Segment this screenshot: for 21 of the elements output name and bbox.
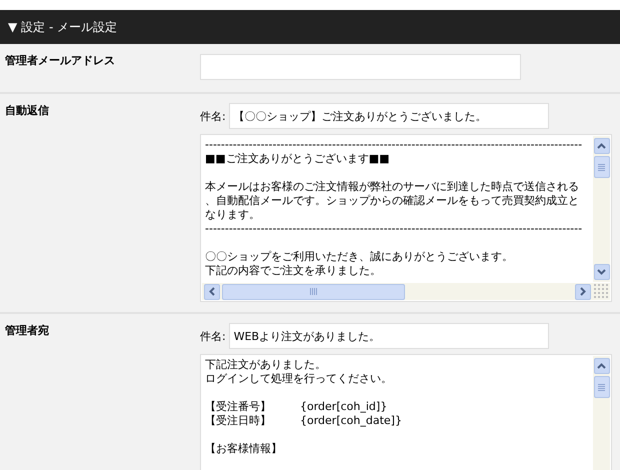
caret-right-icon	[580, 287, 586, 296]
setting-label: 管理者メールアドレス	[4, 53, 116, 69]
subject-input-field[interactable]: WEBより注文がありました。	[228, 323, 549, 349]
message-body-field[interactable]: 下記注文がありました。 ログインして処理を行ってください。 【受注番号】 {order[coh_id]} 【受注日時】 {order[coh_date]} 【お客様情報】	[200, 354, 612, 470]
section-header[interactable]: ▼ 設定 - メール設定	[0, 10, 620, 44]
caret-left-icon	[209, 287, 215, 296]
setting-label: 管理者宛	[4, 323, 50, 339]
vertical-scrollbar[interactable]	[593, 356, 610, 470]
message-body-field[interactable]: ----------------------------------------------------------------------------------------------- ■■ご注文ありがとうございます■■ 本メールはお客様のご注文情報が弊社のサーバに到達した時点で送信される 、自動配信メールです。ショップからの確認メールをもって売買契約成立と なります。 ----------------------------------------------------------------------------------------------- 〇〇ショップをご利用いただき、誠にありがとうございます。 下記の内容でご注文を承りました。	[200, 134, 612, 302]
caret-down-icon	[597, 269, 606, 275]
section-title: 設定 - メール設定	[21, 18, 118, 36]
horizontal-scrollbar[interactable]	[202, 283, 610, 300]
email-input-field[interactable]	[200, 54, 521, 80]
caret-up-icon	[597, 363, 606, 369]
subject-label: 件名:	[200, 328, 226, 344]
setting-label: 自動返信	[4, 103, 50, 119]
caret-up-icon	[597, 143, 606, 149]
vertical-scrollbar[interactable]	[593, 136, 610, 282]
subject-input-field[interactable]: 【〇〇ショップ】ご注文ありがとうございました。	[228, 103, 549, 129]
collapse-marker: ▼	[8, 20, 18, 34]
subject-label: 件名:	[200, 108, 226, 124]
